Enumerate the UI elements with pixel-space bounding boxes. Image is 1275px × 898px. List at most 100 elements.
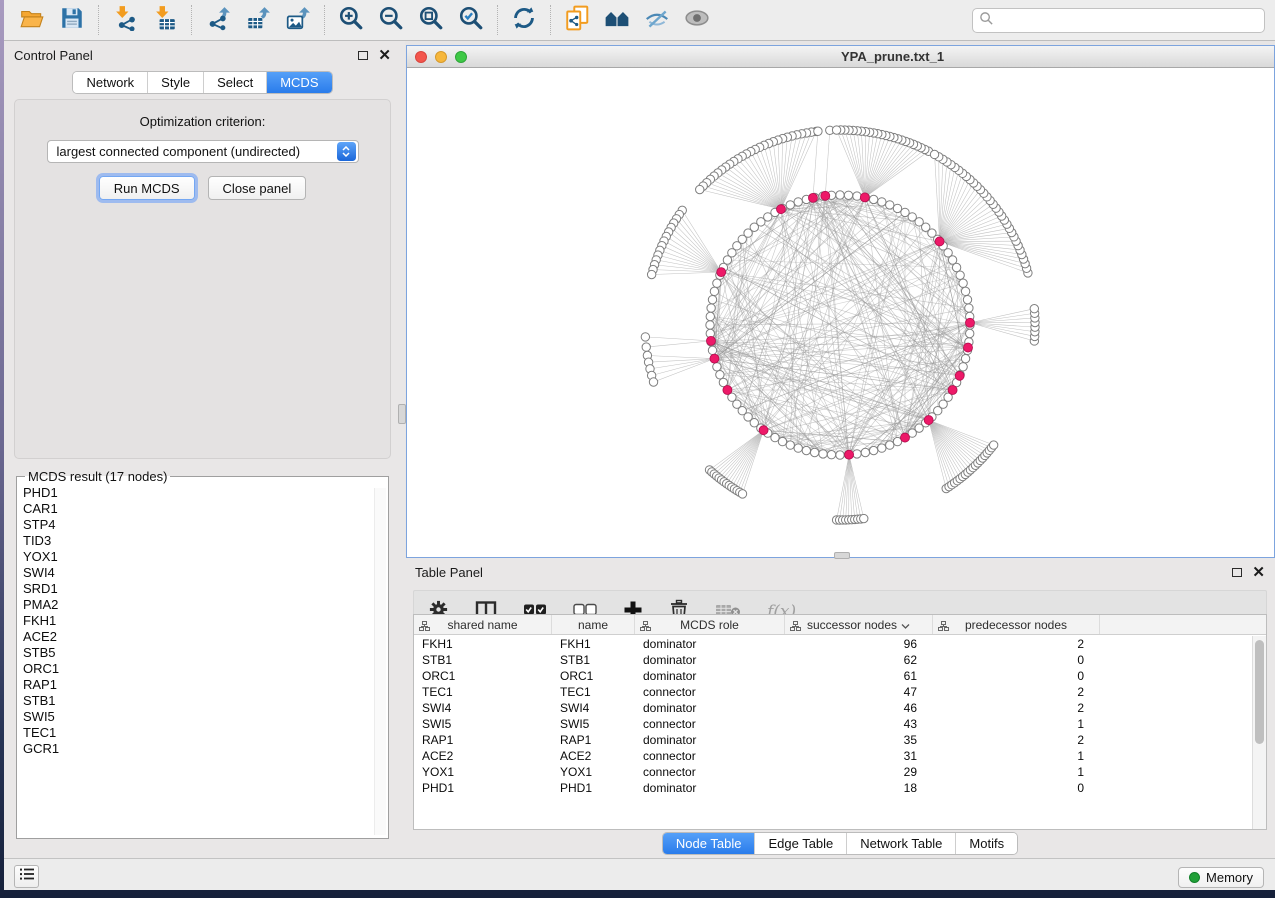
table-cell: SWI5 xyxy=(552,716,635,732)
mcds-result-item[interactable]: STB5 xyxy=(23,645,388,661)
close-panel-icon[interactable]: ✕ xyxy=(378,48,391,63)
hide-selected-button[interactable] xyxy=(637,3,677,37)
close-panel-button[interactable]: Close panel xyxy=(208,176,307,200)
table-row[interactable]: PHD1PHD1dominator180 xyxy=(414,780,1252,796)
mcds-result-item[interactable]: ORC1 xyxy=(23,661,388,677)
table-row[interactable]: SWI5SWI5connector431 xyxy=(414,716,1252,732)
column-header-shared-name[interactable]: shared name xyxy=(414,615,552,634)
search-input[interactable] xyxy=(994,13,1258,28)
column-header-name[interactable]: name xyxy=(552,615,635,634)
mcds-result-item[interactable]: RAP1 xyxy=(23,677,388,693)
table-cell: dominator xyxy=(635,780,785,796)
table-cell: YOX1 xyxy=(414,764,552,780)
table-cell: PHD1 xyxy=(552,780,635,796)
window-maximize-icon[interactable] xyxy=(455,51,467,63)
mcds-result-item[interactable]: STB1 xyxy=(23,693,388,709)
table-cell: dominator xyxy=(635,668,785,684)
table-row[interactable]: TEC1TEC1connector472 xyxy=(414,684,1252,700)
table-row[interactable]: SWI4SWI4dominator462 xyxy=(414,700,1252,716)
tab-select[interactable]: Select xyxy=(203,72,266,93)
table-cell: connector xyxy=(635,716,785,732)
search-field[interactable] xyxy=(972,8,1265,33)
tab-node-table[interactable]: Node Table xyxy=(663,833,755,854)
control-panel-title: Control Panel xyxy=(14,48,93,63)
application-window: Control Panel ✕ Network Style Select MCD… xyxy=(4,0,1275,890)
tab-motifs[interactable]: Motifs xyxy=(955,833,1017,854)
table-cell: dominator xyxy=(635,700,785,716)
zoom-selected-button[interactable] xyxy=(451,3,491,37)
mcds-result-item[interactable]: PHD1 xyxy=(23,485,388,501)
tab-mcds[interactable]: MCDS xyxy=(266,72,331,93)
first-neighbors-button[interactable] xyxy=(597,3,637,37)
clone-network-button[interactable] xyxy=(557,3,597,37)
refresh-button[interactable] xyxy=(504,3,544,37)
task-history-button[interactable] xyxy=(14,865,39,888)
float-table-panel-icon[interactable] xyxy=(1232,568,1242,577)
import-network-button[interactable] xyxy=(105,3,145,37)
fit-content-button[interactable] xyxy=(411,3,451,37)
memory-button[interactable]: Memory xyxy=(1178,867,1264,888)
window-minimize-icon[interactable] xyxy=(435,51,447,63)
network-window: YPA_prune.txt_1 xyxy=(406,45,1275,558)
column-header-successor-nodes[interactable]: successor nodes xyxy=(785,615,933,634)
mcds-panel: Optimization criterion: largest connecte… xyxy=(14,99,391,459)
vertical-splitter-handle[interactable] xyxy=(398,404,406,424)
tab-edge-table[interactable]: Edge Table xyxy=(754,833,846,854)
table-scrollbar[interactable] xyxy=(1252,636,1266,829)
mcds-result-item[interactable]: CAR1 xyxy=(23,501,388,517)
window-close-icon[interactable] xyxy=(415,51,427,63)
tab-network-table[interactable]: Network Table xyxy=(846,833,955,854)
tab-network[interactable]: Network xyxy=(73,72,147,93)
mcds-result-item[interactable]: TEC1 xyxy=(23,725,388,741)
float-panel-icon[interactable] xyxy=(358,51,368,60)
table-cell: 47 xyxy=(785,684,933,700)
column-header-predecessor-nodes[interactable]: predecessor nodes xyxy=(933,615,1100,634)
tab-style[interactable]: Style xyxy=(147,72,203,93)
open-button[interactable] xyxy=(12,3,52,37)
mcds-result-item[interactable]: STP4 xyxy=(23,517,388,533)
show-all-button[interactable] xyxy=(677,3,717,37)
zoom-in-button[interactable] xyxy=(331,3,371,37)
network-canvas[interactable] xyxy=(407,68,1274,557)
export-network-icon xyxy=(205,5,231,36)
mcds-result-item[interactable]: ACE2 xyxy=(23,629,388,645)
table-cell: connector xyxy=(635,684,785,700)
mcds-result-item[interactable]: FKH1 xyxy=(23,613,388,629)
mcds-result-item[interactable]: YOX1 xyxy=(23,549,388,565)
mcds-result-item[interactable]: PMA2 xyxy=(23,597,388,613)
run-mcds-button[interactable]: Run MCDS xyxy=(99,176,195,200)
mcds-result-item[interactable]: SRD1 xyxy=(23,581,388,597)
toolbar-separator xyxy=(191,5,192,35)
save-button[interactable] xyxy=(52,3,92,37)
table-cell: 2 xyxy=(933,684,1100,700)
export-image-button[interactable] xyxy=(278,3,318,37)
table-row[interactable]: STB1STB1dominator620 xyxy=(414,652,1252,668)
import-table-button[interactable] xyxy=(145,3,185,37)
table-cell: SWI4 xyxy=(414,700,552,716)
clone-network-icon xyxy=(564,5,590,36)
table-row[interactable]: FKH1FKH1dominator962 xyxy=(414,636,1252,652)
mcds-result-item[interactable]: SWI4 xyxy=(23,565,388,581)
table-row[interactable]: RAP1RAP1dominator352 xyxy=(414,732,1252,748)
network-window-titlebar[interactable]: YPA_prune.txt_1 xyxy=(407,46,1274,68)
export-network-button[interactable] xyxy=(198,3,238,37)
zoom-out-button[interactable] xyxy=(371,3,411,37)
table-cell: connector xyxy=(635,748,785,764)
selected-criterion: largest connected component (undirected) xyxy=(48,144,337,159)
export-table-button[interactable] xyxy=(238,3,278,37)
column-header-mcds-role[interactable]: MCDS role xyxy=(635,615,785,634)
mcds-result-item[interactable]: GCR1 xyxy=(23,741,388,757)
table-panel-title: Table Panel xyxy=(415,565,483,580)
mcds-result-item[interactable]: SWI5 xyxy=(23,709,388,725)
horizontal-splitter-handle[interactable] xyxy=(834,552,850,559)
control-panel: Control Panel ✕ Network Style Select MCD… xyxy=(4,41,401,858)
close-table-panel-icon[interactable]: ✕ xyxy=(1252,565,1265,580)
show-all-icon xyxy=(684,5,710,36)
mcds-result-item[interactable]: TID3 xyxy=(23,533,388,549)
table-row[interactable]: ORC1ORC1dominator610 xyxy=(414,668,1252,684)
table-row[interactable]: YOX1YOX1connector291 xyxy=(414,764,1252,780)
table-row[interactable]: ACE2ACE2connector311 xyxy=(414,748,1252,764)
table-scrollbar-thumb[interactable] xyxy=(1255,640,1264,744)
mcds-result-scrollbar[interactable] xyxy=(374,488,386,835)
optimization-criterion-select[interactable]: largest connected component (undirected) xyxy=(47,140,359,163)
